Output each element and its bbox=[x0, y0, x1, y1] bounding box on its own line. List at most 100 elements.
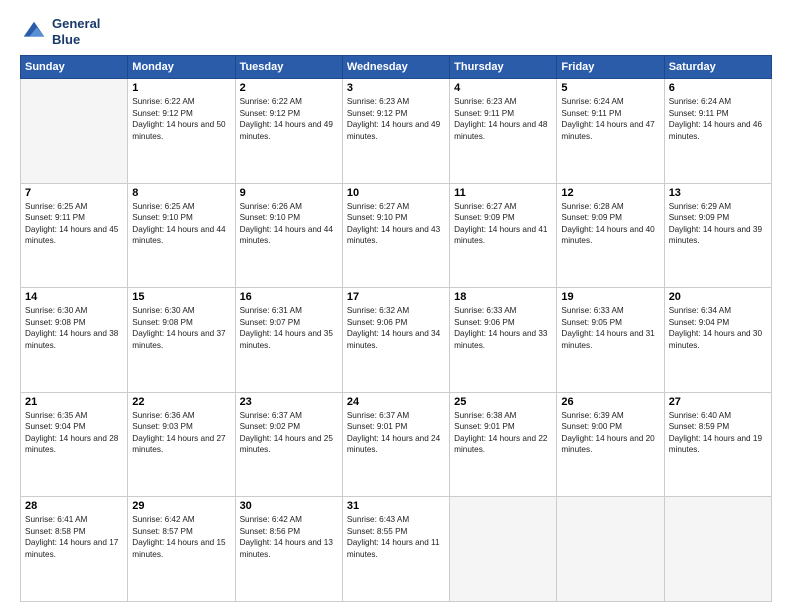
calendar-cell: 22 Sunrise: 6:36 AMSunset: 9:03 PMDayligh… bbox=[128, 392, 235, 497]
calendar-cell: 20 Sunrise: 6:34 AMSunset: 9:04 PMDayligh… bbox=[664, 288, 771, 393]
day-number: 27 bbox=[669, 396, 767, 408]
day-number: 12 bbox=[561, 187, 659, 199]
cell-info: Sunrise: 6:25 AMSunset: 9:10 PMDaylight:… bbox=[132, 202, 225, 245]
day-number: 29 bbox=[132, 500, 230, 512]
calendar-header-monday: Monday bbox=[128, 56, 235, 79]
cell-info: Sunrise: 6:37 AMSunset: 9:02 PMDaylight:… bbox=[240, 411, 333, 454]
cell-info: Sunrise: 6:24 AMSunset: 9:11 PMDaylight:… bbox=[561, 97, 654, 140]
calendar-cell: 18Sunrise: 6:33 AMSunset: 9:06 PMDayligh… bbox=[450, 288, 557, 393]
cell-info: Sunrise: 6:31 AMSunset: 9:07 PMDaylight:… bbox=[240, 306, 333, 349]
day-number: 23 bbox=[240, 396, 338, 408]
day-number: 16 bbox=[240, 291, 338, 303]
cell-info: Sunrise: 6:29 AMSunset: 9:09 PMDaylight:… bbox=[669, 202, 762, 245]
cell-info: Sunrise: 6:37 AMSunset: 9:01 PMDaylight:… bbox=[347, 411, 440, 454]
day-number: 31 bbox=[347, 500, 445, 512]
calendar-cell: 5 Sunrise: 6:24 AMSunset: 9:11 PMDaylight… bbox=[557, 79, 664, 184]
day-number: 21 bbox=[25, 396, 123, 408]
day-number: 13 bbox=[669, 187, 767, 199]
day-number: 6 bbox=[669, 82, 767, 94]
calendar-header-friday: Friday bbox=[557, 56, 664, 79]
cell-info: Sunrise: 6:22 AMSunset: 9:12 PMDaylight:… bbox=[240, 97, 333, 140]
calendar-cell: 4Sunrise: 6:23 AMSunset: 9:11 PMDaylight… bbox=[450, 79, 557, 184]
cell-info: Sunrise: 6:38 AMSunset: 9:01 PMDaylight:… bbox=[454, 411, 547, 454]
cell-info: Sunrise: 6:25 AMSunset: 9:11 PMDaylight:… bbox=[25, 202, 118, 245]
calendar-week-1: 7Sunrise: 6:25 AMSunset: 9:11 PMDaylight… bbox=[21, 183, 772, 288]
day-number: 10 bbox=[347, 187, 445, 199]
calendar-header-saturday: Saturday bbox=[664, 56, 771, 79]
cell-info: Sunrise: 6:28 AMSunset: 9:09 PMDaylight:… bbox=[561, 202, 654, 245]
calendar-cell bbox=[21, 79, 128, 184]
calendar-cell: 25 Sunrise: 6:38 AMSunset: 9:01 PMDayligh… bbox=[450, 392, 557, 497]
calendar-cell: 9Sunrise: 6:26 AMSunset: 9:10 PMDaylight… bbox=[235, 183, 342, 288]
calendar-cell bbox=[664, 497, 771, 602]
calendar-cell: 17 Sunrise: 6:32 AMSunset: 9:06 PMDayligh… bbox=[342, 288, 449, 393]
cell-info: Sunrise: 6:42 AMSunset: 8:56 PMDaylight:… bbox=[240, 515, 333, 558]
calendar-cell: 2 Sunrise: 6:22 AMSunset: 9:12 PMDaylight… bbox=[235, 79, 342, 184]
calendar-header-sunday: Sunday bbox=[21, 56, 128, 79]
cell-info: Sunrise: 6:30 AMSunset: 9:08 PMDaylight:… bbox=[132, 306, 225, 349]
day-number: 9 bbox=[240, 187, 338, 199]
cell-info: Sunrise: 6:36 AMSunset: 9:03 PMDaylight:… bbox=[132, 411, 225, 454]
calendar-cell: 15 Sunrise: 6:30 AMSunset: 9:08 PMDayligh… bbox=[128, 288, 235, 393]
calendar-cell bbox=[450, 497, 557, 602]
day-number: 5 bbox=[561, 82, 659, 94]
day-number: 8 bbox=[132, 187, 230, 199]
calendar-cell: 24Sunrise: 6:37 AMSunset: 9:01 PMDayligh… bbox=[342, 392, 449, 497]
day-number: 28 bbox=[25, 500, 123, 512]
cell-info: Sunrise: 6:39 AMSunset: 9:00 PMDaylight:… bbox=[561, 411, 654, 454]
calendar-cell: 30 Sunrise: 6:42 AMSunset: 8:56 PMDayligh… bbox=[235, 497, 342, 602]
day-number: 18 bbox=[454, 291, 552, 303]
cell-info: Sunrise: 6:35 AMSunset: 9:04 PMDaylight:… bbox=[25, 411, 118, 454]
cell-info: Sunrise: 6:33 AMSunset: 9:05 PMDaylight:… bbox=[561, 306, 654, 349]
day-number: 2 bbox=[240, 82, 338, 94]
logo-icon bbox=[20, 18, 48, 46]
cell-info: Sunrise: 6:30 AMSunset: 9:08 PMDaylight:… bbox=[25, 306, 118, 349]
calendar-cell: 31 Sunrise: 6:43 AMSunset: 8:55 PMDayligh… bbox=[342, 497, 449, 602]
calendar-cell: 23 Sunrise: 6:37 AMSunset: 9:02 PMDayligh… bbox=[235, 392, 342, 497]
day-number: 1 bbox=[132, 82, 230, 94]
calendar-cell: 10Sunrise: 6:27 AMSunset: 9:10 PMDayligh… bbox=[342, 183, 449, 288]
day-number: 30 bbox=[240, 500, 338, 512]
calendar-week-3: 21 Sunrise: 6:35 AMSunset: 9:04 PMDayligh… bbox=[21, 392, 772, 497]
calendar-cell: 14 Sunrise: 6:30 AMSunset: 9:08 PMDayligh… bbox=[21, 288, 128, 393]
calendar-cell: 16 Sunrise: 6:31 AMSunset: 9:07 PMDayligh… bbox=[235, 288, 342, 393]
calendar-cell: 3 Sunrise: 6:23 AMSunset: 9:12 PMDaylight… bbox=[342, 79, 449, 184]
logo: General Blue bbox=[20, 16, 100, 47]
cell-info: Sunrise: 6:24 AMSunset: 9:11 PMDaylight:… bbox=[669, 97, 762, 140]
cell-info: Sunrise: 6:43 AMSunset: 8:55 PMDaylight:… bbox=[347, 515, 440, 558]
day-number: 14 bbox=[25, 291, 123, 303]
calendar-header-thursday: Thursday bbox=[450, 56, 557, 79]
day-number: 26 bbox=[561, 396, 659, 408]
day-number: 3 bbox=[347, 82, 445, 94]
cell-info: Sunrise: 6:42 AMSunset: 8:57 PMDaylight:… bbox=[132, 515, 225, 558]
day-number: 25 bbox=[454, 396, 552, 408]
cell-info: Sunrise: 6:32 AMSunset: 9:06 PMDaylight:… bbox=[347, 306, 440, 349]
calendar-cell bbox=[557, 497, 664, 602]
cell-info: Sunrise: 6:34 AMSunset: 9:04 PMDaylight:… bbox=[669, 306, 762, 349]
calendar-cell: 11Sunrise: 6:27 AMSunset: 9:09 PMDayligh… bbox=[450, 183, 557, 288]
day-number: 17 bbox=[347, 291, 445, 303]
calendar-cell: 26 Sunrise: 6:39 AMSunset: 9:00 PMDayligh… bbox=[557, 392, 664, 497]
calendar-cell: 1Sunrise: 6:22 AMSunset: 9:12 PMDaylight… bbox=[128, 79, 235, 184]
calendar-cell: 6 Sunrise: 6:24 AMSunset: 9:11 PMDaylight… bbox=[664, 79, 771, 184]
calendar-week-2: 14 Sunrise: 6:30 AMSunset: 9:08 PMDayligh… bbox=[21, 288, 772, 393]
calendar-cell: 7Sunrise: 6:25 AMSunset: 9:11 PMDaylight… bbox=[21, 183, 128, 288]
day-number: 19 bbox=[561, 291, 659, 303]
header: General Blue bbox=[20, 16, 772, 47]
calendar-table: SundayMondayTuesdayWednesdayThursdayFrid… bbox=[20, 55, 772, 602]
day-number: 11 bbox=[454, 187, 552, 199]
cell-info: Sunrise: 6:23 AMSunset: 9:12 PMDaylight:… bbox=[347, 97, 440, 140]
day-number: 22 bbox=[132, 396, 230, 408]
calendar-cell: 28Sunrise: 6:41 AMSunset: 8:58 PMDayligh… bbox=[21, 497, 128, 602]
day-number: 15 bbox=[132, 291, 230, 303]
calendar-week-0: 1 Sunrise: 6:22 AMSunset: 9:12 PMDaylight… bbox=[21, 79, 772, 184]
calendar-header-wednesday: Wednesday bbox=[342, 56, 449, 79]
day-number: 4 bbox=[454, 82, 552, 94]
calendar-header-row: SundayMondayTuesdayWednesdayThursdayFrid… bbox=[21, 56, 772, 79]
calendar-cell: 19 Sunrise: 6:33 AMSunset: 9:05 PMDayligh… bbox=[557, 288, 664, 393]
calendar-week-4: 28Sunrise: 6:41 AMSunset: 8:58 PMDayligh… bbox=[21, 497, 772, 602]
calendar-cell: 29 Sunrise: 6:42 AMSunset: 8:57 PMDayligh… bbox=[128, 497, 235, 602]
page: General Blue SundayMondayTuesdayWednesda… bbox=[0, 0, 792, 612]
day-number: 20 bbox=[669, 291, 767, 303]
calendar-cell: 13 Sunrise: 6:29 AMSunset: 9:09 PMDayligh… bbox=[664, 183, 771, 288]
